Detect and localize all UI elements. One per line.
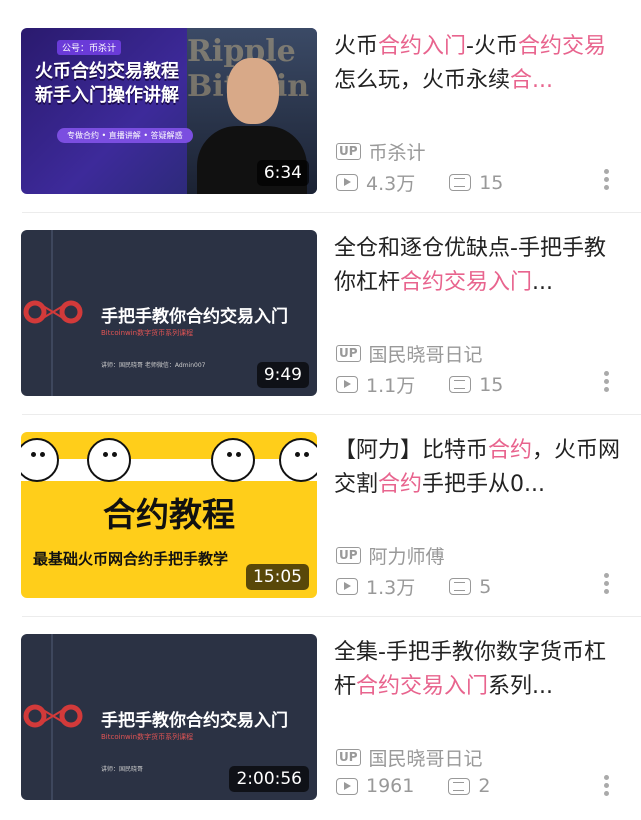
play-count: 4.3万 — [366, 173, 416, 195]
video-title[interactable]: 火币合约入门-火币合约交易怎么玩，火币永续合... — [334, 30, 624, 98]
video-item[interactable]: 合约教程 最基础火币网合约手把手教学 15:05 【阿力】比特币合约，火币网交割… — [0, 416, 641, 618]
duration-badge: 2:00:56 — [229, 766, 309, 792]
uploader-name: 阿力师傅 — [368, 546, 445, 568]
video-item[interactable]: Ripple Bitcoin 公号：币杀计 火币合约交易教程 新手入门操作讲解 … — [0, 12, 641, 214]
video-title[interactable]: 全集-手把手教你数字货币杠杆合约交易入门系列... — [334, 636, 624, 704]
more-options-icon[interactable] — [604, 368, 610, 395]
play-count-icon — [336, 578, 358, 595]
divider — [22, 212, 641, 213]
uploader-name: 国民晓哥日记 — [368, 748, 483, 770]
rings-logo-icon — [23, 300, 83, 324]
uploader-row[interactable]: UP 币杀计 — [336, 138, 426, 165]
play-count-icon — [336, 777, 358, 795]
cartoon-face-icon — [279, 438, 317, 482]
danmaku-count: 2 — [478, 775, 491, 797]
thumbnail-subtitle: 专做合约 • 直播讲解 • 答疑解惑 — [57, 128, 193, 143]
thumbnail-title: 手把手教你合约交易入门 — [101, 711, 288, 731]
duration-badge: 15:05 — [246, 564, 309, 590]
more-options-icon[interactable] — [604, 166, 610, 193]
danmaku-icon — [448, 777, 471, 795]
video-thumbnail[interactable]: Ripple Bitcoin 公号：币杀计 火币合约交易教程 新手入门操作讲解 … — [21, 28, 317, 194]
video-thumbnail[interactable]: 合约教程 最基础火币网合约手把手教学 15:05 — [21, 432, 317, 598]
thumbnail-title: 手把手教你合约交易入门 — [101, 307, 288, 327]
up-badge-icon: UP — [336, 547, 361, 564]
cartoon-face-icon — [87, 438, 131, 482]
danmaku-count: 15 — [479, 171, 504, 194]
thumbnail-tag: 公号：币杀计 — [57, 40, 122, 55]
stats-row: 1.3万 5 — [336, 573, 491, 600]
more-options-icon[interactable] — [604, 772, 610, 799]
uploader-name: 币杀计 — [368, 142, 426, 164]
uploader-row[interactable]: UP 国民晓哥日记 — [336, 340, 483, 367]
up-badge-icon: UP — [336, 749, 361, 766]
danmaku-icon — [449, 376, 472, 393]
video-thumbnail[interactable]: 手把手教你合约交易入门 Bitcoinwin数字货币系列课程 讲师：国民晓哥 2… — [21, 634, 317, 800]
video-title[interactable]: 【阿力】比特币合约，火币网交割合约手把手从0... — [334, 434, 624, 502]
more-options-icon[interactable] — [604, 570, 610, 597]
uploader-name: 国民晓哥日记 — [368, 344, 483, 366]
rings-logo-icon — [23, 704, 83, 728]
video-list: Ripple Bitcoin 公号：币杀计 火币合约交易教程 新手入门操作讲解 … — [0, 0, 641, 816]
video-thumbnail[interactable]: 手把手教你合约交易入门 Bitcoinwin数字货币系列课程 讲师：国民晓哥 老… — [21, 230, 317, 396]
thumbnail-subtitle: Bitcoinwin数字货币系列课程 — [101, 733, 194, 741]
thumbnail-subtitle: 最基础火币网合约手把手教学 — [33, 550, 229, 568]
up-badge-icon: UP — [336, 345, 361, 362]
danmaku-count: 5 — [479, 575, 492, 598]
divider — [22, 616, 641, 617]
uploader-row[interactable]: UP 阿力师傅 — [336, 542, 445, 569]
play-count-icon — [336, 174, 358, 191]
play-count: 1.1万 — [366, 375, 416, 397]
stats-row: 1.1万 15 — [336, 371, 503, 398]
thumbnail-subtitle: Bitcoinwin数字货币系列课程 — [101, 329, 194, 337]
stats-row: 1961 2 — [336, 775, 490, 797]
thumbnail-title: 火币合约交易教程 新手入门操作讲解 — [35, 61, 179, 106]
video-item[interactable]: 手把手教你合约交易入门 Bitcoinwin数字货币系列课程 讲师：国民晓哥 2… — [0, 618, 641, 820]
video-item[interactable]: 手把手教你合约交易入门 Bitcoinwin数字货币系列课程 讲师：国民晓哥 老… — [0, 214, 641, 416]
thumbnail-footer: 讲师：国民晓哥 — [101, 766, 144, 773]
thumbnail-footer: 讲师：国民晓哥 老师微信：Admin007 — [101, 362, 206, 369]
divider — [22, 414, 641, 415]
stats-row: 4.3万 15 — [336, 169, 503, 196]
play-count: 1961 — [366, 775, 415, 797]
play-count: 1.3万 — [366, 577, 416, 599]
thumbnail-title: 合约教程 — [103, 495, 235, 534]
danmaku-icon — [449, 578, 472, 595]
play-count-icon — [336, 376, 358, 393]
danmaku-icon — [449, 174, 472, 191]
up-badge-icon: UP — [336, 143, 361, 160]
duration-badge: 9:49 — [256, 362, 309, 388]
duration-badge: 6:34 — [256, 160, 309, 186]
cartoon-face-icon — [211, 438, 255, 482]
video-title[interactable]: 全仓和逐仓优缺点-手把手教你杠杆合约交易入门... — [334, 232, 624, 300]
uploader-row[interactable]: UP 国民晓哥日记 — [336, 744, 483, 771]
danmaku-count: 15 — [479, 373, 504, 396]
